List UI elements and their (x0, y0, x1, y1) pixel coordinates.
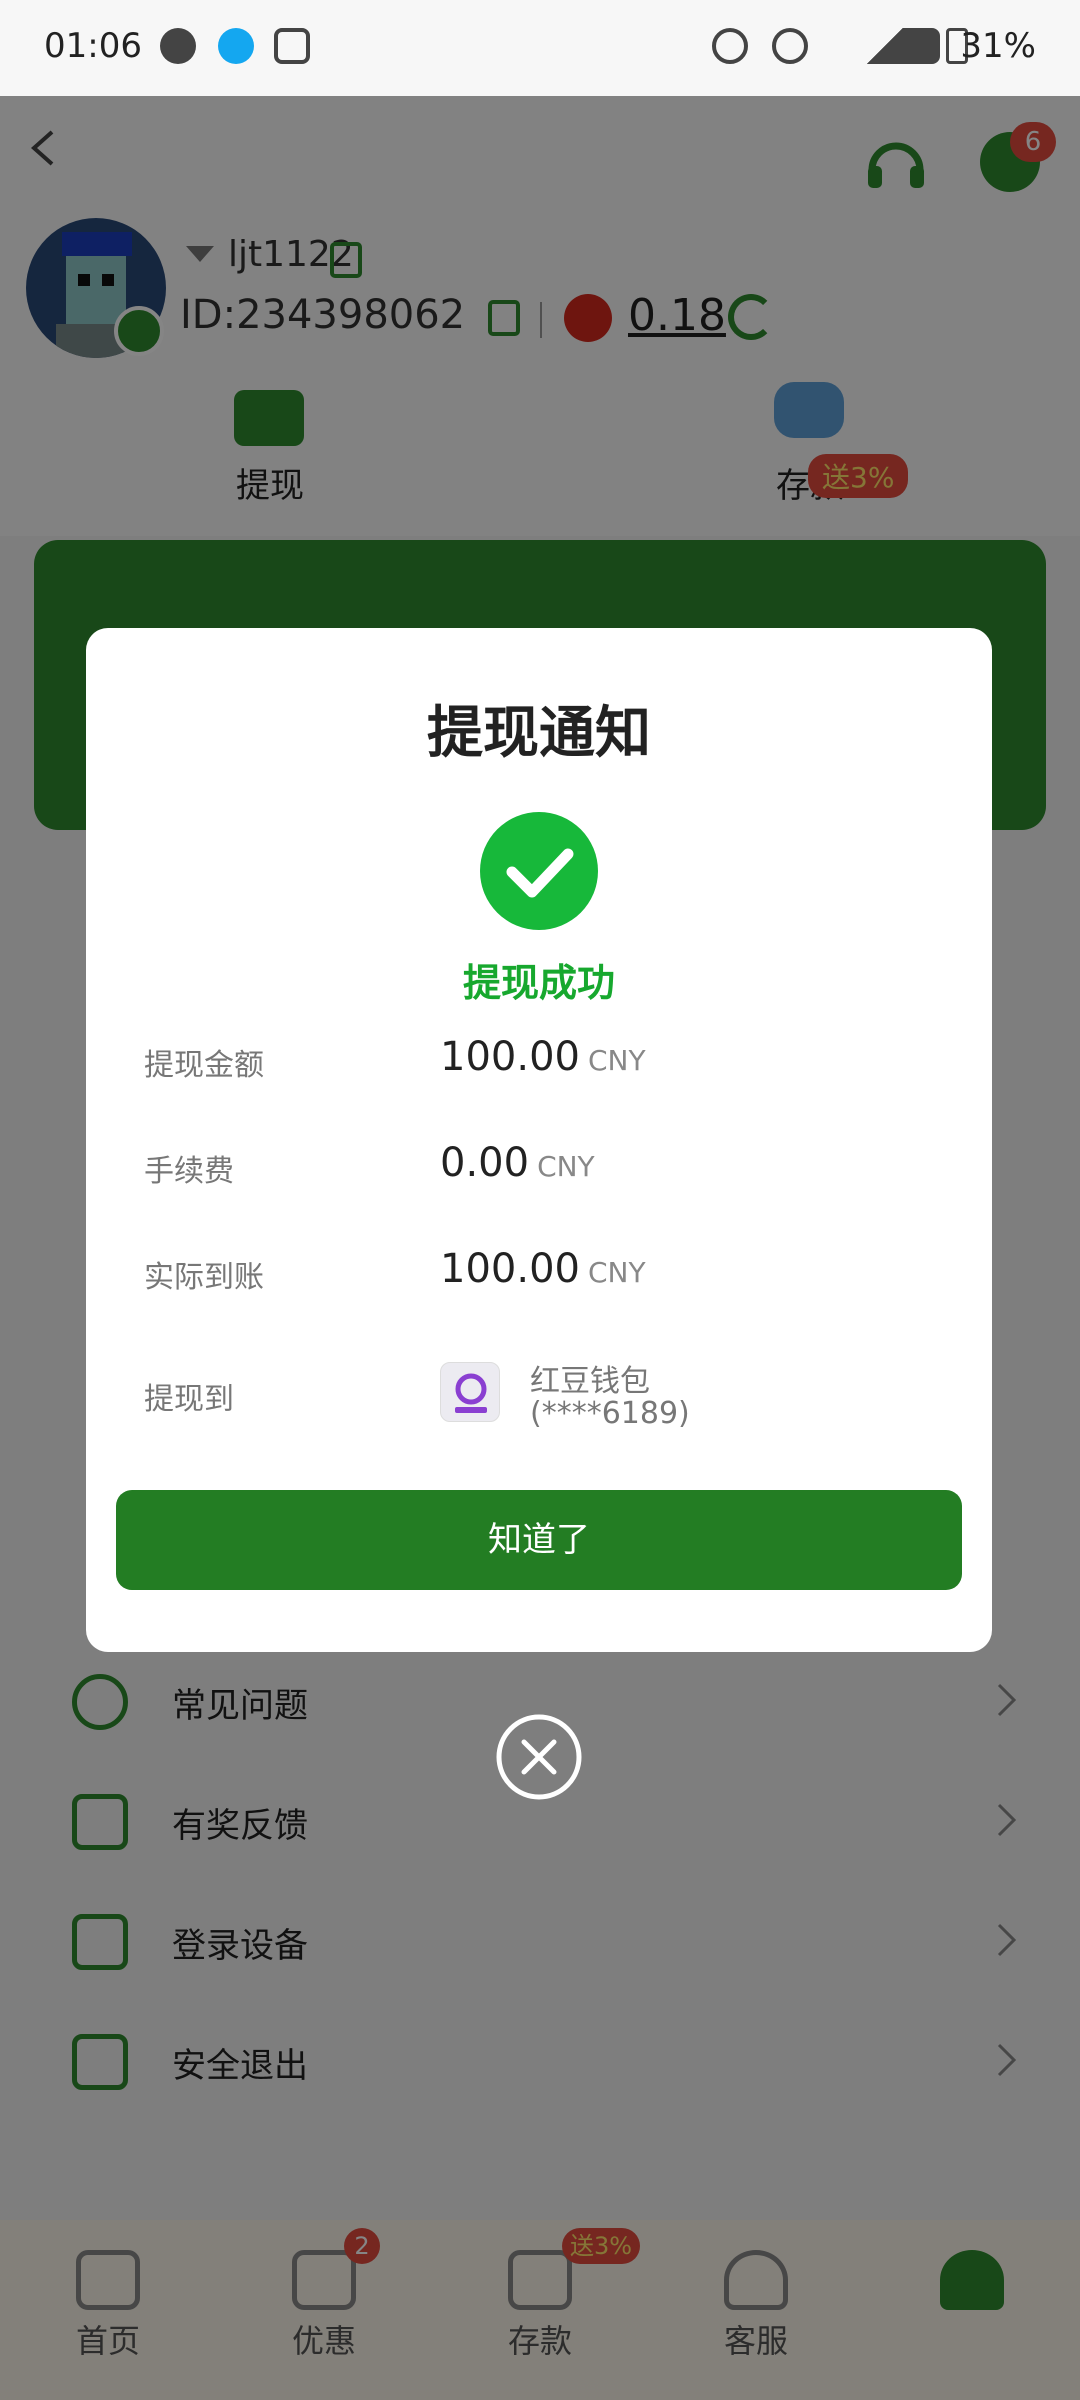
device-notification-icon (274, 28, 310, 64)
status-bar: 01:06 31% (0, 0, 1080, 96)
received-number: 100.00 (440, 1246, 580, 1292)
received-label: 实际到账 (144, 1260, 264, 1295)
status-time: 01:06 (44, 26, 142, 66)
fee-unit: CNY (537, 1150, 595, 1183)
wallet-name: 红豆钱包 (530, 1364, 650, 1399)
wallet-logo-icon (440, 1362, 500, 1422)
received-value: 100.00 CNY (440, 1246, 646, 1292)
amount-number: 100.00 (440, 1034, 580, 1080)
battery-percent: 31% (960, 26, 1036, 66)
chat-notification-icon (160, 28, 196, 64)
success-check-icon (480, 812, 598, 930)
amount-value: 100.00 CNY (440, 1034, 646, 1080)
destination-label: 提现到 (144, 1382, 234, 1417)
signal-icon (830, 28, 940, 64)
wallet-account: (****6189) (530, 1396, 690, 1431)
amount-label: 提现金额 (144, 1048, 264, 1083)
success-status: 提现成功 (462, 961, 615, 1005)
amount-unit: CNY (587, 1044, 646, 1077)
fee-label: 手续费 (144, 1154, 234, 1189)
dialog-title: 提现通知 (427, 701, 651, 766)
dnd-icon (772, 28, 808, 64)
mute-icon (712, 28, 748, 64)
close-icon[interactable] (494, 1712, 584, 1802)
qq-notification-icon (218, 28, 254, 64)
fee-value: 0.00 CNY (440, 1140, 595, 1186)
confirm-button[interactable]: 知道了 (116, 1490, 962, 1590)
withdraw-notification-dialog: 提现通知 提现成功 提现金额 100.00 CNY 手续费 0.00 CNY 实际到… (86, 628, 992, 1652)
fee-number: 0.00 (440, 1140, 530, 1186)
received-unit: CNY (587, 1256, 646, 1289)
